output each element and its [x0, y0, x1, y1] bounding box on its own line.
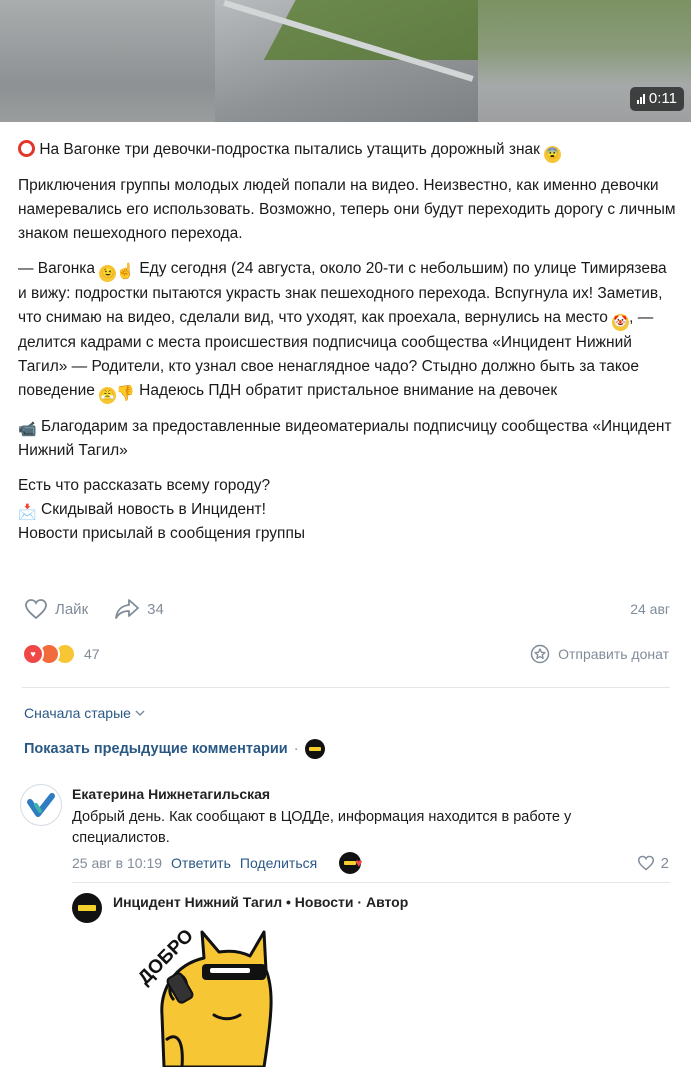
reply-author[interactable]: Инцидент Нижний Тагил • Новости · Автор — [113, 894, 408, 910]
clown-face-icon: 🤡 — [612, 314, 630, 331]
post-thanks: 📹 Благодарим за предоставленные видеомат… — [18, 418, 672, 459]
envelope-icon: 📩 — [18, 504, 37, 521]
video-frame-left — [0, 0, 215, 122]
checkmark-logo-icon — [27, 793, 55, 817]
wink-face-icon: 😉 — [99, 265, 117, 282]
divider — [72, 882, 670, 883]
scared-face-icon: 😨 — [544, 146, 562, 163]
views-bars-icon — [636, 94, 645, 104]
comment-like-button[interactable]: 2 — [637, 855, 672, 872]
like-button[interactable]: Лайк — [24, 598, 88, 620]
heart-icon — [25, 599, 47, 620]
post-quote: — Вагонка 😉 ☝ Еду сегодня (24 августа, ок… — [18, 260, 667, 404]
comments-sort-dropdown[interactable]: Сначала старые — [24, 705, 145, 721]
comment-author[interactable]: Екатерина Нижнетагильская — [72, 786, 270, 802]
donate-star-icon — [530, 644, 550, 664]
sticker-cat-image: ДОБРО — [134, 925, 273, 1067]
chevron-down-icon — [135, 710, 145, 717]
reaction-avatar: ♥ — [339, 852, 362, 874]
video-camera-icon: 📹 — [18, 421, 37, 438]
pointing-finger-icon: ☝ — [116, 263, 136, 280]
heart-reaction-icon: ♥ — [22, 643, 44, 665]
community-avatar-mini — [304, 739, 325, 759]
post-headline: На Вагонке три девочки-подростка пыталис… — [18, 138, 678, 163]
divider — [22, 687, 670, 688]
show-previous-comments-link[interactable]: Показать предыдущие комментарии · — [24, 739, 325, 759]
thumbs-down-icon: 👎 — [116, 385, 135, 402]
video-duration-badge: 0:11 — [629, 87, 684, 111]
separator-dot: · — [293, 741, 299, 757]
share-link[interactable]: Поделиться — [240, 855, 317, 871]
reply-link[interactable]: Ответить — [171, 855, 231, 871]
post-text: На Вагонке три девочки-подростка пыталис… — [18, 138, 678, 546]
post-cta: Есть что рассказать всему городу? 📩 Скид… — [18, 477, 305, 542]
video-duration: 0:11 — [648, 90, 677, 107]
comment-time[interactable]: 25 авг в 10:19 — [72, 855, 162, 871]
share-arrow-icon — [115, 599, 140, 619]
avatar[interactable] — [72, 893, 102, 923]
heart-icon — [637, 855, 654, 871]
share-button[interactable]: 34 — [114, 598, 164, 620]
post-actions: Лайк 34 24 авг — [24, 597, 670, 621]
heart-mini-icon: ♥ — [355, 856, 363, 870]
comment-meta: 25 авг в 10:19 Ответить Поделиться ♥ 2 — [72, 852, 672, 874]
comment-text: Добрый день. Как сообщают в ЦОДДе, инфор… — [72, 809, 572, 846]
avatar[interactable] — [20, 784, 62, 826]
angry-face-icon: 😤 — [99, 387, 117, 404]
reactions-summary[interactable]: ♥ 47 — [22, 643, 100, 665]
donate-button[interactable]: Отправить донат — [530, 643, 669, 665]
post-date: 24 авг — [630, 601, 670, 617]
video-player[interactable]: 0:11 — [0, 0, 691, 122]
post-paragraph: Приключения группы молодых людей попали … — [18, 177, 676, 242]
red-circle-icon — [18, 140, 35, 157]
